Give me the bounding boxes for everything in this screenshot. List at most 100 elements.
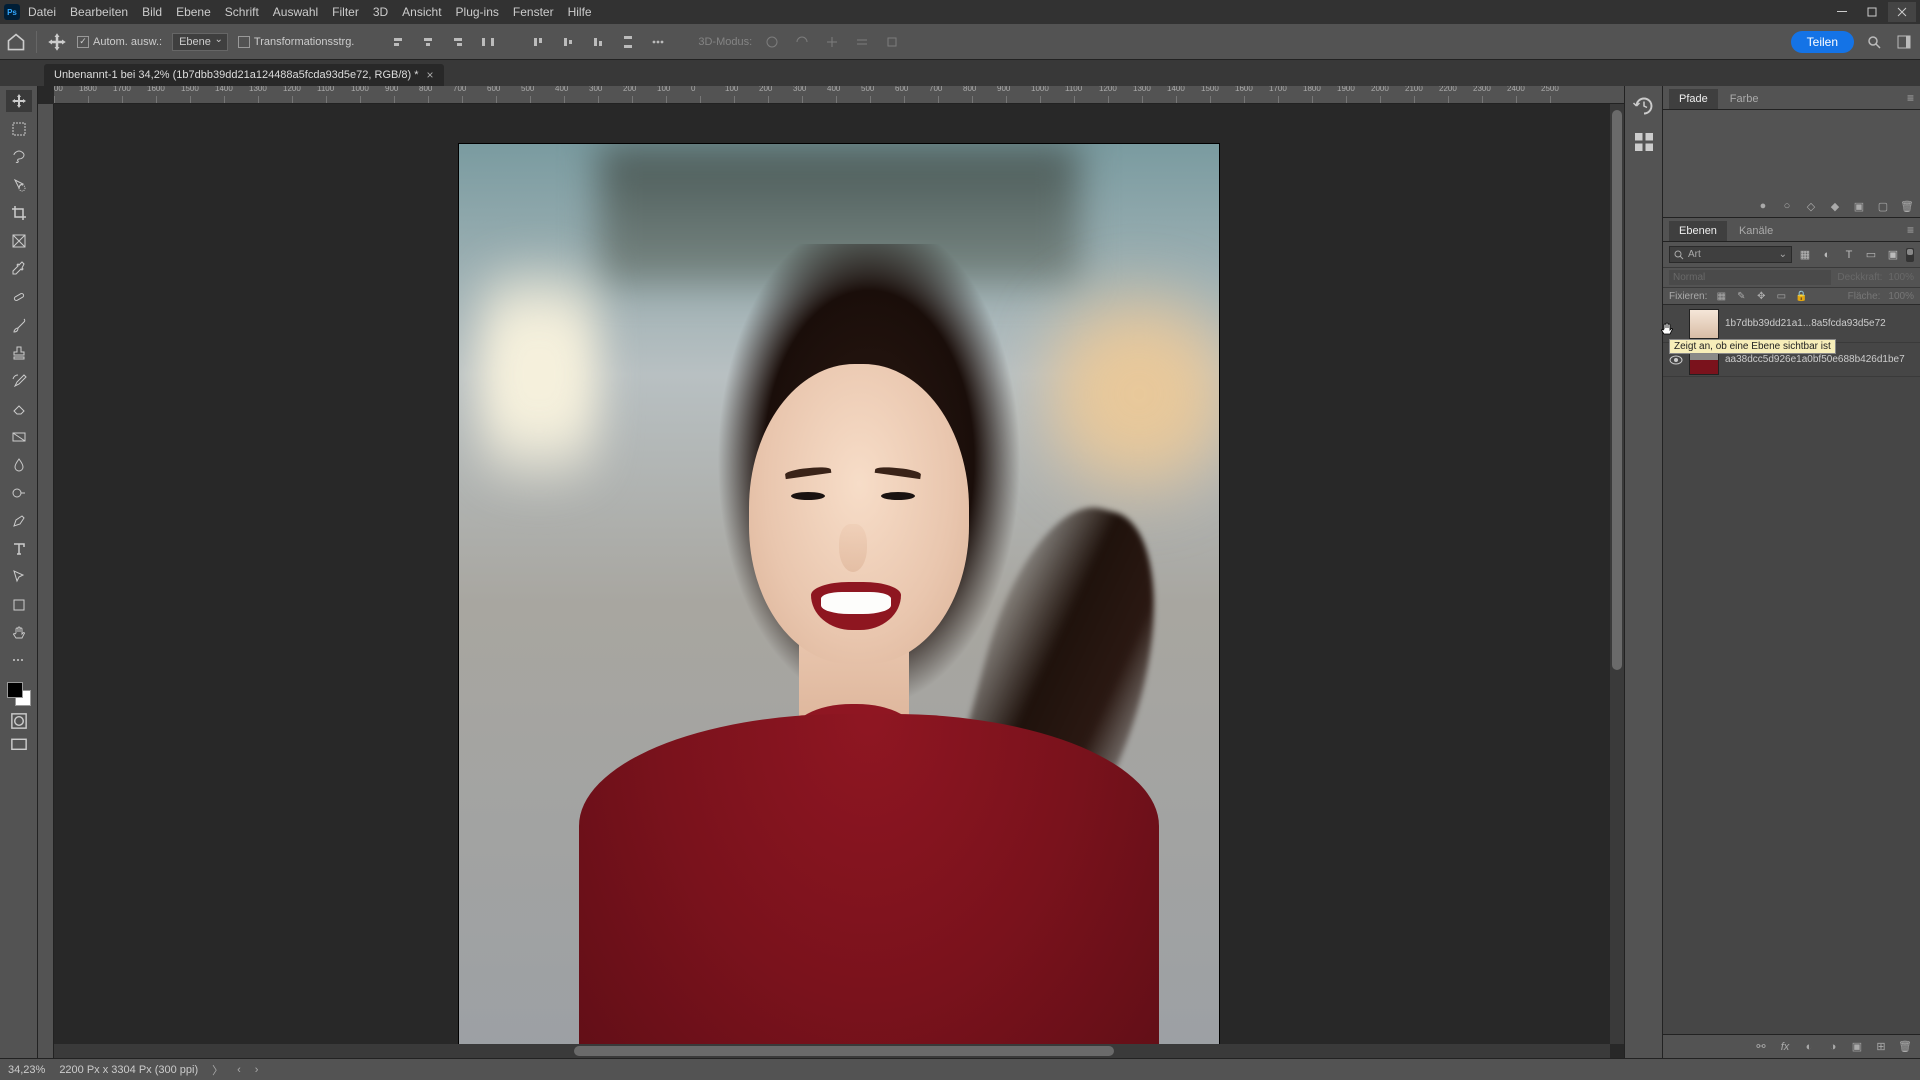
filter-adjust-icon[interactable]: ◐ xyxy=(1820,248,1834,262)
filter-pixel-icon[interactable]: ▦ xyxy=(1798,248,1812,262)
tab-kanaele[interactable]: Kanäle xyxy=(1729,221,1783,241)
menu-bild[interactable]: Bild xyxy=(142,5,162,19)
new-path-icon[interactable]: ▢ xyxy=(1876,199,1890,213)
crop-tool[interactable] xyxy=(6,202,32,224)
menu-auswahl[interactable]: Auswahl xyxy=(273,5,318,19)
filter-type-icon[interactable]: T xyxy=(1842,248,1856,262)
delete-path-icon[interactable]: 🗑 xyxy=(1900,199,1914,213)
history-brush-tool[interactable] xyxy=(6,370,32,392)
screen-mode-icon[interactable] xyxy=(9,736,29,754)
lasso-tool[interactable] xyxy=(6,146,32,168)
canvas[interactable] xyxy=(54,104,1624,1058)
layer-thumbnail[interactable] xyxy=(1689,309,1719,339)
marquee-tool[interactable] xyxy=(6,118,32,140)
group-icon[interactable]: ▣ xyxy=(1850,1040,1864,1054)
status-caret-left-icon[interactable]: ‹ xyxy=(237,1064,241,1076)
align-center-h-icon[interactable] xyxy=(418,32,438,52)
menu-hilfe[interactable]: Hilfe xyxy=(568,5,592,19)
hand-tool[interactable] xyxy=(6,622,32,644)
menu-plugins[interactable]: Plug-ins xyxy=(456,5,499,19)
align-bottom-icon[interactable] xyxy=(588,32,608,52)
type-tool[interactable] xyxy=(6,538,32,560)
make-workpath-icon[interactable]: ◆ xyxy=(1828,199,1842,213)
menu-ansicht[interactable]: Ansicht xyxy=(402,5,441,19)
status-caret-right-icon[interactable]: › xyxy=(255,1064,259,1076)
menu-bearbeiten[interactable]: Bearbeiten xyxy=(70,5,128,19)
share-button[interactable]: Teilen xyxy=(1791,31,1854,53)
align-center-v-icon[interactable] xyxy=(558,32,578,52)
opacity-value[interactable]: 100% xyxy=(1888,272,1914,283)
home-icon[interactable] xyxy=(6,32,26,52)
dodge-tool[interactable] xyxy=(6,482,32,504)
stroke-path-icon[interactable]: ○ xyxy=(1780,199,1794,213)
align-left-icon[interactable] xyxy=(388,32,408,52)
align-right-icon[interactable] xyxy=(448,32,468,52)
layers-panel-menu-icon[interactable]: ≡ xyxy=(1901,219,1920,241)
color-swatches[interactable] xyxy=(7,682,31,706)
history-panel-icon[interactable] xyxy=(1632,94,1656,118)
zoom-tool[interactable] xyxy=(6,650,32,672)
pen-tool[interactable] xyxy=(6,510,32,532)
path-select-tool[interactable] xyxy=(6,566,32,588)
auto-select-checkbox[interactable]: Autom. ausw.: xyxy=(77,36,162,48)
adjustment-layer-icon[interactable]: ◑ xyxy=(1826,1040,1840,1054)
menu-schrift[interactable]: Schrift xyxy=(225,5,259,19)
distribute-h-icon[interactable] xyxy=(478,32,498,52)
scrollbar-horizontal[interactable] xyxy=(54,1044,1610,1058)
ruler-vertical[interactable] xyxy=(38,104,54,1058)
eyedropper-tool[interactable] xyxy=(6,258,32,280)
ruler-horizontal[interactable]: 1900180017001600150014001300120011001000… xyxy=(54,86,1624,104)
lock-paint-icon[interactable]: ✎ xyxy=(1735,290,1747,302)
menu-datei[interactable]: Datei xyxy=(28,5,56,19)
delete-layer-icon[interactable]: 🗑 xyxy=(1898,1040,1912,1054)
lock-transparent-icon[interactable]: ▦ xyxy=(1715,290,1727,302)
panel-menu-icon[interactable]: ≡ xyxy=(1901,87,1920,109)
layer-filter-dropdown[interactable]: Art ⌄ xyxy=(1669,246,1792,263)
minimize-button[interactable] xyxy=(1828,2,1856,22)
visibility-toggle[interactable] xyxy=(1669,353,1683,367)
load-selection-icon[interactable]: ◇ xyxy=(1804,199,1818,213)
lock-position-icon[interactable]: ✥ xyxy=(1755,290,1767,302)
workspace-icon[interactable] xyxy=(1894,32,1914,52)
quick-select-tool[interactable] xyxy=(6,174,32,196)
menu-fenster[interactable]: Fenster xyxy=(513,5,554,19)
more-align-icon[interactable] xyxy=(648,32,668,52)
filter-smart-icon[interactable]: ▣ xyxy=(1886,248,1900,262)
align-top-icon[interactable] xyxy=(528,32,548,52)
auto-select-target-dropdown[interactable]: Ebene xyxy=(172,33,228,51)
filter-shape-icon[interactable]: ▭ xyxy=(1864,248,1878,262)
scrollbar-vertical[interactable] xyxy=(1610,104,1624,1044)
properties-panel-icon[interactable] xyxy=(1632,130,1656,154)
lock-all-icon[interactable]: 🔒 xyxy=(1795,290,1807,302)
eraser-tool[interactable] xyxy=(6,398,32,420)
maximize-button[interactable] xyxy=(1858,2,1886,22)
close-button[interactable] xyxy=(1888,2,1916,22)
blend-mode-dropdown[interactable]: Normal xyxy=(1669,270,1831,285)
layer-row[interactable]: 1b7dbb39dd21a1...8a5fcda93d5e72 xyxy=(1663,305,1920,343)
mask-icon[interactable]: ▣ xyxy=(1852,199,1866,213)
new-layer-icon[interactable]: ⊞ xyxy=(1874,1040,1888,1054)
tab-pfade[interactable]: Pfade xyxy=(1669,89,1718,109)
fill-value[interactable]: 100% xyxy=(1888,291,1914,302)
menu-ebene[interactable]: Ebene xyxy=(176,5,211,19)
layer-fx-icon[interactable]: fx xyxy=(1778,1040,1792,1054)
gradient-tool[interactable] xyxy=(6,426,32,448)
move-tool-icon[interactable] xyxy=(47,32,67,52)
fill-path-icon[interactable]: ● xyxy=(1756,199,1770,213)
quick-mask-icon[interactable] xyxy=(9,712,29,730)
frame-tool[interactable] xyxy=(6,230,32,252)
brush-tool[interactable] xyxy=(6,314,32,336)
menu-filter[interactable]: Filter xyxy=(332,5,359,19)
menu-3d[interactable]: 3D xyxy=(373,5,388,19)
filter-toggle[interactable] xyxy=(1906,248,1914,262)
distribute-v-icon[interactable] xyxy=(618,32,638,52)
tab-farbe[interactable]: Farbe xyxy=(1720,89,1769,109)
zoom-level[interactable]: 34,23% xyxy=(8,1064,45,1076)
document-tab[interactable]: Unbenannt-1 bei 34,2% (1b7dbb39dd21a1244… xyxy=(44,64,444,86)
stamp-tool[interactable] xyxy=(6,342,32,364)
status-arrow-icon[interactable]: 〉 xyxy=(212,1062,223,1078)
search-icon[interactable] xyxy=(1864,32,1884,52)
foreground-color-swatch[interactable] xyxy=(7,682,23,698)
tab-ebenen[interactable]: Ebenen xyxy=(1669,221,1727,241)
healing-tool[interactable] xyxy=(6,286,32,308)
